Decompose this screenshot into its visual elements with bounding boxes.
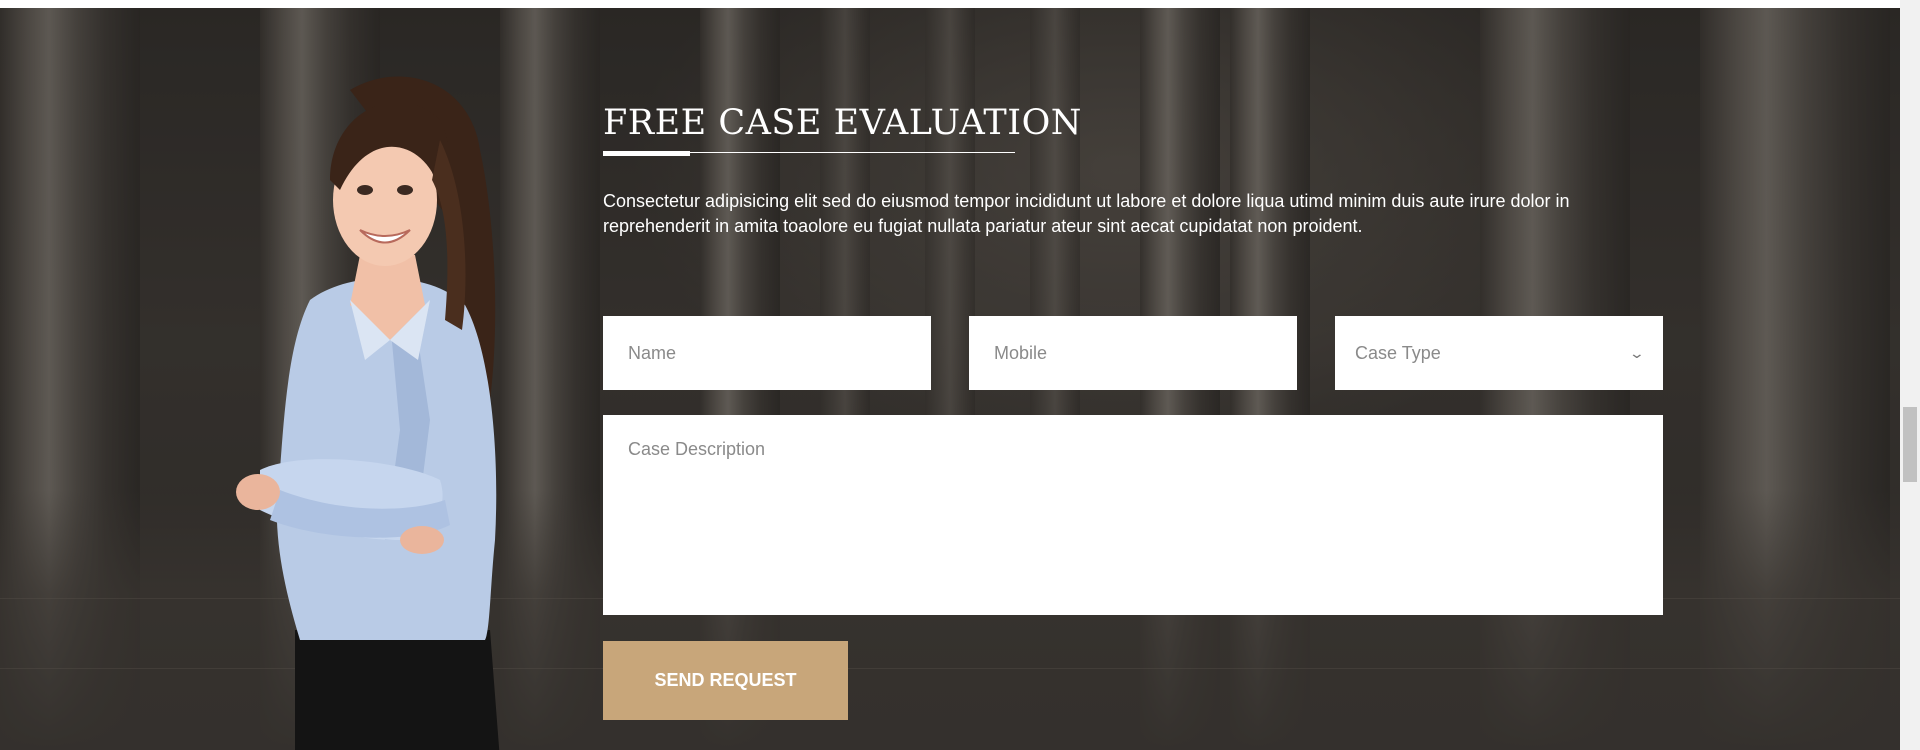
section-title: FREE CASE EVALUATION (603, 103, 1082, 143)
scrollbar-thumb[interactable] (1903, 407, 1917, 482)
form-row: Case Type ⌄ (603, 316, 1663, 390)
send-request-button[interactable]: SEND REQUEST (603, 641, 848, 720)
title-underline (603, 151, 1015, 157)
mobile-input[interactable] (969, 316, 1297, 390)
name-input[interactable] (603, 316, 931, 390)
top-strip (0, 0, 1900, 8)
woman-photo (236, 76, 500, 750)
chevron-down-icon: ⌄ (1628, 344, 1646, 361)
case-description-textarea[interactable] (603, 415, 1663, 615)
page-scrollbar[interactable] (1900, 0, 1920, 750)
case-evaluation-section: FREE CASE EVALUATION Consectetur adipisi… (0, 8, 1900, 750)
case-type-select[interactable]: Case Type ⌄ (1335, 316, 1663, 390)
case-type-selected: Case Type (1355, 342, 1441, 363)
evaluation-content: FREE CASE EVALUATION Consectetur adipisi… (603, 103, 1663, 720)
intro-text: Consectetur adipisicing elit sed do eius… (603, 191, 1570, 237)
